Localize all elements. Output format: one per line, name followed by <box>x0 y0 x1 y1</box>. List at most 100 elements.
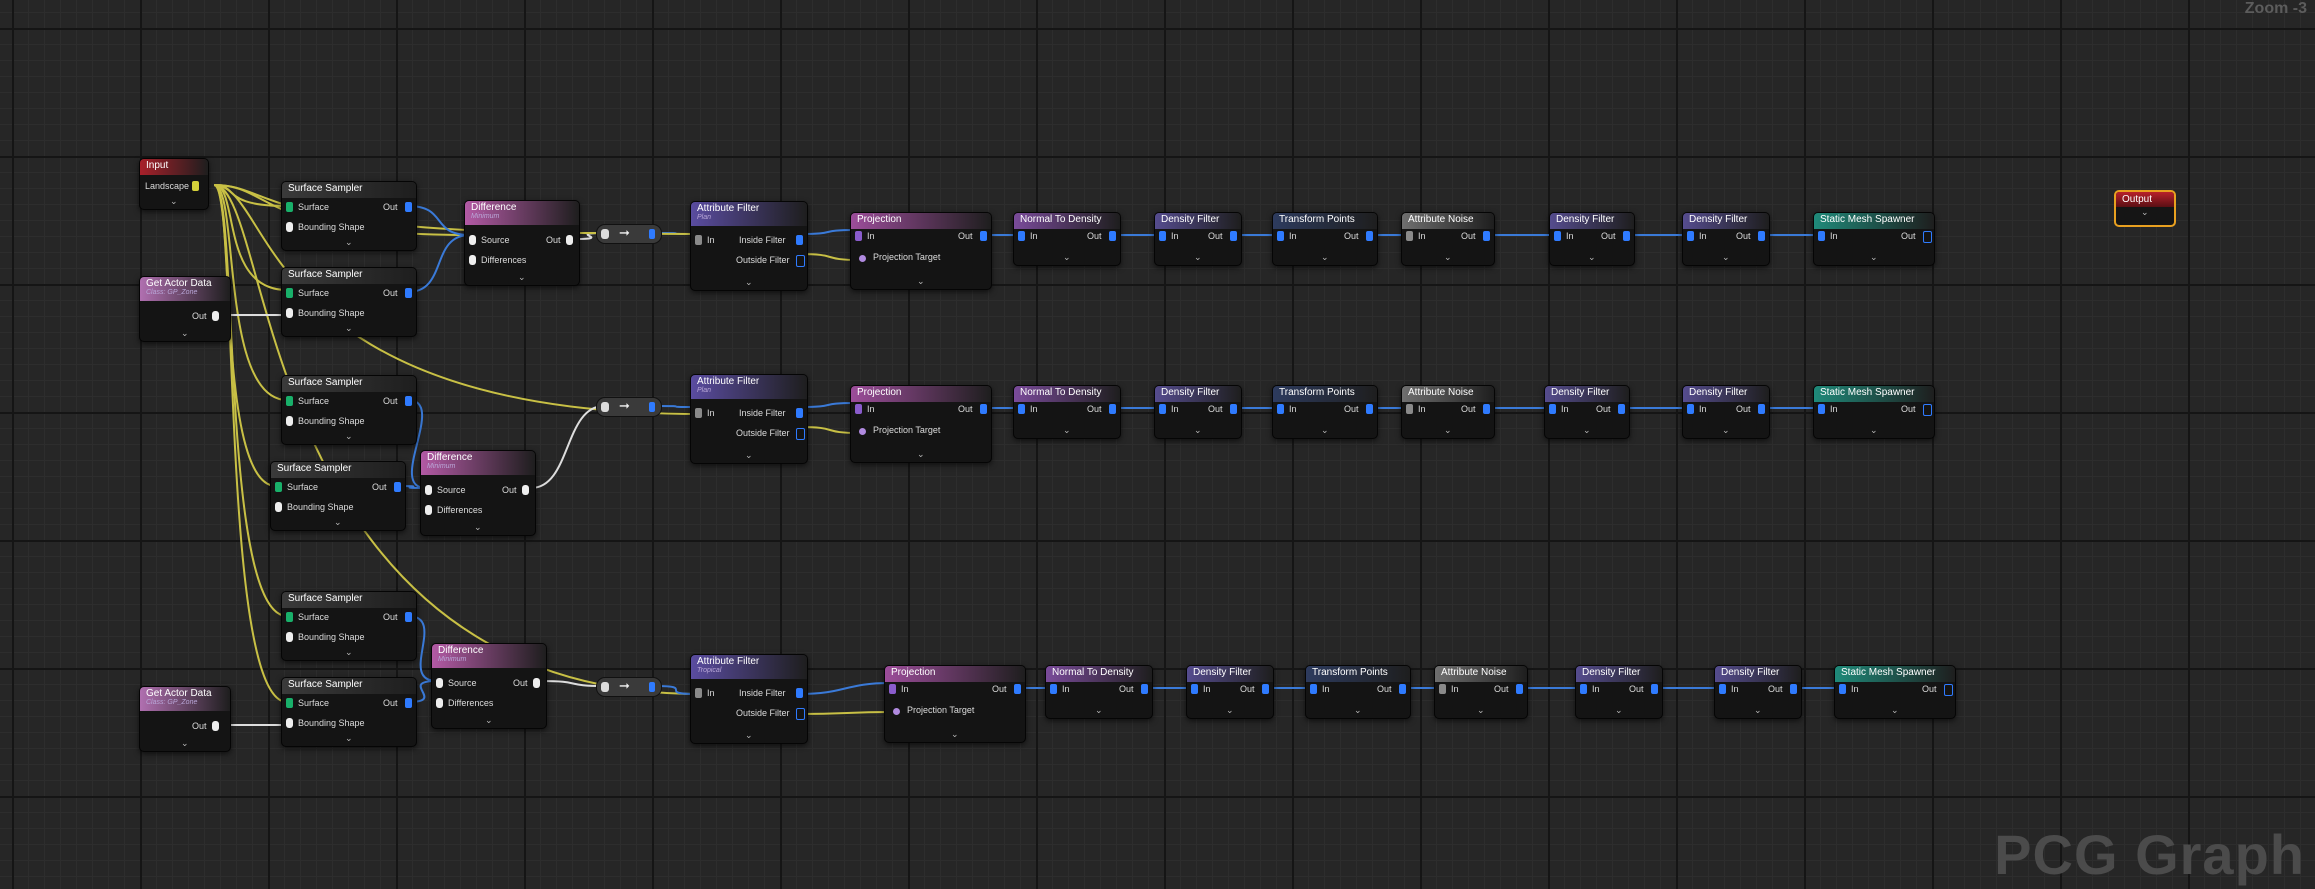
chevron-down-icon[interactable]: ⌄ <box>334 517 342 528</box>
bounding-shape-pin[interactable] <box>286 308 293 318</box>
density-filter-node[interactable]: Density Filter In Out ⌄ <box>1186 665 1274 719</box>
output-pin[interactable] <box>1758 231 1765 241</box>
chevron-down-icon[interactable]: ⌄ <box>1444 252 1452 263</box>
surface-sampler-node[interactable]: Surface Sampler Surface Out Bounding Shape ⌄ <box>281 677 417 747</box>
chevron-down-icon[interactable]: ⌄ <box>745 277 753 288</box>
chevron-down-icon[interactable]: ⌄ <box>951 729 959 740</box>
density-filter-node[interactable]: Density Filter In Out ⌄ <box>1544 385 1630 439</box>
reroute-node[interactable]: ➞ <box>596 224 662 244</box>
chevron-down-icon[interactable]: ⌄ <box>1477 705 1485 716</box>
chevron-down-icon[interactable]: ⌄ <box>745 450 753 461</box>
chevron-down-icon[interactable]: ⌄ <box>345 733 353 744</box>
chevron-down-icon[interactable]: ⌄ <box>1226 705 1234 716</box>
difference-node[interactable]: Difference Minimum Source Out Differences ⌄ <box>420 450 536 536</box>
chevron-down-icon[interactable]: ⌄ <box>1583 425 1591 436</box>
chevron-down-icon[interactable]: ⌄ <box>1063 425 1071 436</box>
differences-pin[interactable] <box>436 698 443 708</box>
bounding-shape-pin[interactable] <box>286 632 293 642</box>
input-pin[interactable] <box>695 408 702 418</box>
output-pin[interactable] <box>1944 684 1953 696</box>
input-pin[interactable] <box>1439 684 1446 694</box>
chevron-down-icon[interactable]: ⌄ <box>1194 425 1202 436</box>
attribute-filter-node[interactable]: Attribute Filter Tropical In Inside Filter O… <box>690 654 808 744</box>
output-pin[interactable] <box>566 235 573 245</box>
surface-pin[interactable] <box>286 698 293 708</box>
source-pin[interactable] <box>469 235 476 245</box>
transform-points-node[interactable]: Transform Points In Out ⌄ <box>1272 212 1378 266</box>
density-filter-node[interactable]: Density Filter In Out ⌄ <box>1154 212 1242 266</box>
difference-node[interactable]: Difference Minimum Source Out Differences ⌄ <box>431 643 547 729</box>
normal-to-density-node[interactable]: Normal To Density In Out ⌄ <box>1013 385 1121 439</box>
input-pin[interactable] <box>1580 684 1587 694</box>
chevron-down-icon[interactable]: ⌄ <box>345 323 353 334</box>
output-pin[interactable] <box>1014 684 1021 694</box>
input-pin[interactable] <box>1018 231 1025 241</box>
input-pin[interactable] <box>1191 684 1198 694</box>
density-filter-node[interactable]: Density Filter In Out ⌄ <box>1714 665 1802 719</box>
graph-canvas[interactable]: Input Landscape ⌄ Get Actor Data Class: GP_Z… <box>0 0 2315 889</box>
reroute-output-pin[interactable] <box>649 229 655 239</box>
surface-sampler-node[interactable]: Surface Sampler Surface Out Bounding Shape ⌄ <box>281 375 417 445</box>
input-pin[interactable] <box>1687 404 1694 414</box>
output-node[interactable]: Output ⌄ <box>2114 190 2176 227</box>
chevron-down-icon[interactable]: ⌄ <box>1754 705 1762 716</box>
output-pin[interactable] <box>405 288 412 298</box>
output-pin[interactable] <box>1516 684 1523 694</box>
output-pin[interactable] <box>1483 231 1490 241</box>
input-pin[interactable] <box>1687 231 1694 241</box>
output-pin[interactable] <box>1758 404 1765 414</box>
source-pin[interactable] <box>425 485 432 495</box>
chevron-down-icon[interactable]: ⌄ <box>485 715 493 726</box>
input-pin[interactable] <box>1310 684 1317 694</box>
output-pin[interactable] <box>1623 231 1630 241</box>
transform-points-node[interactable]: Transform Points In Out ⌄ <box>1272 385 1378 439</box>
inside-filter-pin[interactable] <box>796 688 803 698</box>
bounding-shape-pin[interactable] <box>275 502 282 512</box>
output-pin[interactable] <box>1651 684 1658 694</box>
output-pin[interactable] <box>405 202 412 212</box>
differences-pin[interactable] <box>425 505 432 515</box>
reroute-output-pin[interactable] <box>649 682 655 692</box>
chevron-down-icon[interactable]: ⌄ <box>474 522 482 533</box>
normal-to-density-node[interactable]: Normal To Density In Out ⌄ <box>1045 665 1153 719</box>
output-pin[interactable] <box>1230 231 1237 241</box>
chevron-down-icon[interactable]: ⌄ <box>1321 252 1329 263</box>
chevron-down-icon[interactable]: ⌄ <box>1722 425 1730 436</box>
surface-pin[interactable] <box>286 612 293 622</box>
chevron-down-icon[interactable]: ⌄ <box>1891 705 1899 716</box>
output-pin[interactable] <box>212 311 219 321</box>
input-pin[interactable] <box>1406 404 1413 414</box>
get-actor-data-node[interactable]: Get Actor Data Class: GP_Zone Out ⌄ <box>139 686 231 752</box>
chevron-down-icon[interactable]: ⌄ <box>170 196 178 207</box>
difference-node[interactable]: Difference Minimum Source Out Differences ⌄ <box>464 200 580 286</box>
chevron-down-icon[interactable]: ⌄ <box>1722 252 1730 263</box>
chevron-down-icon[interactable]: ⌄ <box>345 237 353 248</box>
chevron-down-icon[interactable]: ⌄ <box>1615 705 1623 716</box>
get-actor-data-node[interactable]: Get Actor Data Class: GP_Zone Out ⌄ <box>139 276 231 342</box>
surface-sampler-node[interactable]: Surface Sampler Surface Out Bounding Shape ⌄ <box>281 181 417 251</box>
input-pin[interactable] <box>1159 231 1166 241</box>
chevron-down-icon[interactable]: ⌄ <box>1444 425 1452 436</box>
output-pin[interactable] <box>212 721 219 731</box>
output-pin[interactable] <box>1141 684 1148 694</box>
chevron-down-icon[interactable]: ⌄ <box>181 328 189 339</box>
input-node[interactable]: Input Landscape ⌄ <box>139 158 209 210</box>
chevron-down-icon[interactable]: ⌄ <box>2141 207 2149 218</box>
attribute-noise-node[interactable]: Attribute Noise In Out ⌄ <box>1401 385 1495 439</box>
attribute-noise-node[interactable]: Attribute Noise In Out ⌄ <box>1434 665 1528 719</box>
surface-pin[interactable] <box>275 482 282 492</box>
inside-filter-pin[interactable] <box>796 235 803 245</box>
input-pin[interactable] <box>1554 231 1561 241</box>
input-pin[interactable] <box>889 684 896 694</box>
outside-filter-pin[interactable] <box>796 708 805 720</box>
transform-points-node[interactable]: Transform Points In Out ⌄ <box>1305 665 1411 719</box>
input-pin[interactable] <box>695 235 702 245</box>
bounding-shape-pin[interactable] <box>286 718 293 728</box>
output-pin[interactable] <box>980 231 987 241</box>
input-pin[interactable] <box>1818 231 1825 241</box>
output-pin[interactable] <box>1262 684 1269 694</box>
projection-node[interactable]: Projection In Out Projection Target ⌄ <box>850 385 992 463</box>
outside-filter-pin[interactable] <box>796 255 805 267</box>
bounding-shape-pin[interactable] <box>286 222 293 232</box>
input-pin[interactable] <box>855 231 862 241</box>
